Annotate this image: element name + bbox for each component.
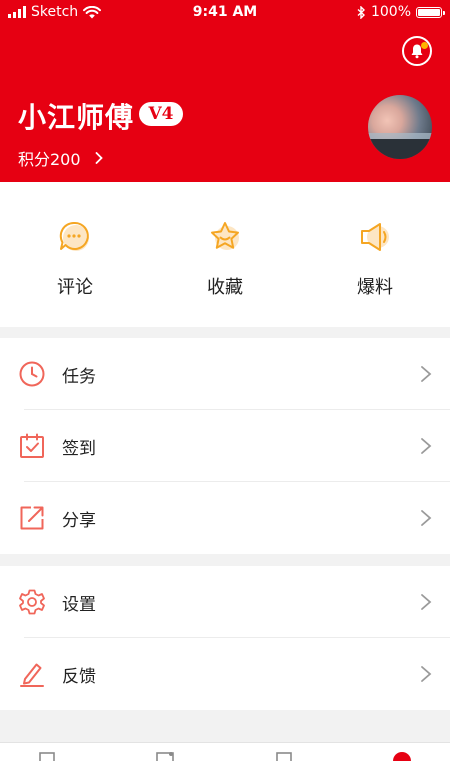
battery-percentage: 100% xyxy=(370,4,411,20)
menu-item-tasks[interactable]: 任务 xyxy=(0,338,450,410)
quick-action-label: 爆料 xyxy=(357,277,393,298)
menu-item-feedback[interactable]: 反馈 xyxy=(0,638,450,710)
status-right: 100% xyxy=(357,4,445,20)
menu-group-1: 任务 签到 分享 xyxy=(0,338,450,554)
share-icon xyxy=(20,506,44,530)
menu-group-2: 设置 反馈 xyxy=(0,566,450,710)
avatar[interactable] xyxy=(368,95,432,159)
gear-icon xyxy=(19,589,45,615)
notification-dot xyxy=(421,42,428,49)
quick-action-favorites[interactable]: 收藏 xyxy=(150,182,300,327)
chevron-right-icon xyxy=(421,510,432,526)
avatar-land xyxy=(368,139,432,159)
bluetooth-icon xyxy=(357,5,365,19)
quick-actions: 评论 收藏 爆料 xyxy=(0,182,450,327)
chevron-right-icon xyxy=(421,438,432,454)
battery-icon xyxy=(416,6,445,18)
clock-icon xyxy=(19,361,45,387)
quick-action-label: 评论 xyxy=(57,277,93,298)
pencil-icon xyxy=(20,663,44,687)
menu-item-label: 反馈 xyxy=(62,666,96,687)
megaphone-icon xyxy=(355,217,395,257)
chevron-right-icon xyxy=(95,152,103,164)
level-badge: V4 xyxy=(139,102,183,126)
profile-header: Sketch 9:41 AM 100% 小江师傅 V4 积分200 xyxy=(0,0,450,182)
star-icon xyxy=(205,217,245,257)
quick-action-tips[interactable]: 爆料 xyxy=(300,182,450,327)
status-bar: Sketch 9:41 AM 100% xyxy=(0,0,450,26)
notification-bell-button[interactable] xyxy=(402,36,432,66)
chevron-right-icon xyxy=(421,666,432,682)
menu-item-label: 分享 xyxy=(62,510,96,531)
menu-item-share[interactable]: 分享 xyxy=(0,482,450,554)
menu-item-label: 设置 xyxy=(62,594,96,615)
bottom-tab-bar xyxy=(0,742,450,761)
menu-item-label: 签到 xyxy=(62,438,96,459)
chevron-right-icon xyxy=(421,366,432,382)
points-label: 积分200 xyxy=(18,150,81,169)
menu-item-label: 任务 xyxy=(62,366,96,387)
quick-action-label: 收藏 xyxy=(207,277,243,298)
calendar-check-icon xyxy=(20,433,44,458)
points-link[interactable]: 积分200 xyxy=(18,146,103,170)
menu-item-checkin[interactable]: 签到 xyxy=(0,410,450,482)
comment-icon xyxy=(55,217,95,257)
menu-item-settings[interactable]: 设置 xyxy=(0,566,450,638)
quick-action-comments[interactable]: 评论 xyxy=(0,182,150,327)
user-name: 小江师傅 xyxy=(18,101,135,134)
chevron-right-icon xyxy=(421,594,432,610)
